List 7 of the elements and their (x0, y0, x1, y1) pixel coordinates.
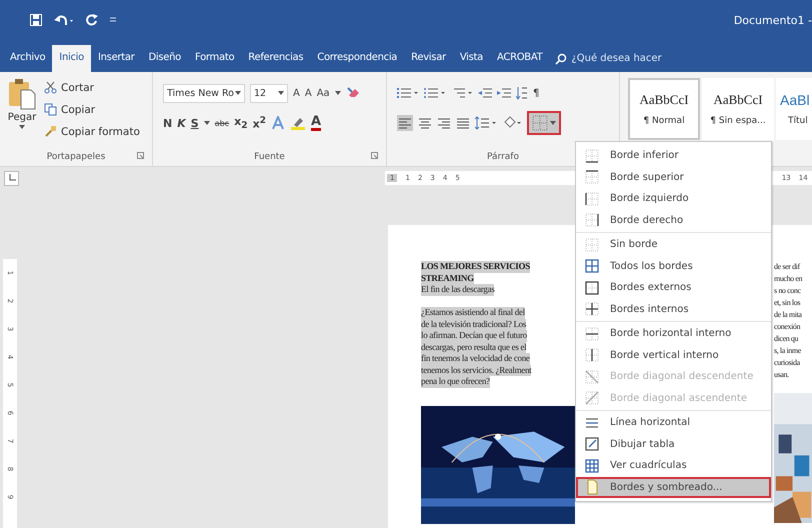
group-label: Portapapeles (46, 152, 106, 162)
window-title: Documento1 - (734, 14, 812, 26)
group-label: Párrafo (487, 152, 519, 162)
document-heading: LOS MEJORES SERVICIOS (421, 261, 530, 272)
document-subtitle: El fin de las descargas (421, 284, 494, 296)
document-heading: STREAMING (421, 272, 474, 284)
group-label: Fuente (254, 152, 285, 162)
